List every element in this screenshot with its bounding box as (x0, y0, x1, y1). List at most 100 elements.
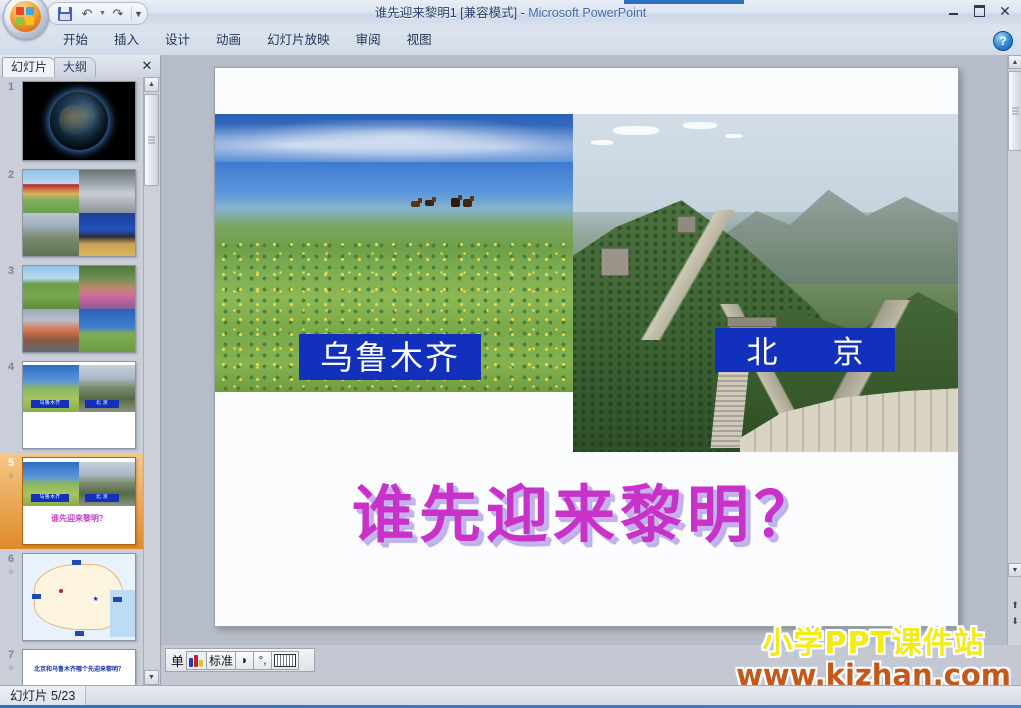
text-slide-image: 北京和乌鲁木齐哪个先迎来黎明？ (23, 650, 135, 685)
title-bar: ↶ ▼ ↷ ▼ 谁先迎来黎明1 [兼容模式] - Microsoft Power… (0, 0, 1021, 40)
scroll-down-icon[interactable]: ▼ (144, 670, 159, 685)
status-bar: 幻灯片 5/23 (0, 685, 1021, 708)
scroll-up-icon[interactable]: ▲ (1008, 55, 1021, 69)
cloud-layer (215, 120, 573, 162)
mini-tag-urumqi: 乌鲁木齐 (31, 400, 69, 408)
customize-qat-caret-icon[interactable]: ▼ (134, 9, 143, 19)
animation-star-icon: ✧ (7, 471, 15, 481)
ime-icon[interactable] (186, 650, 208, 670)
thumbnail-slide-5[interactable]: 5 ✧ 乌鲁木齐 北 京 谁先迎来黎明？ (0, 453, 143, 549)
earth-globe-icon (50, 92, 108, 150)
window-title: 谁先迎来黎明1 [兼容模式] - Microsoft PowerPoint (0, 0, 1021, 27)
thumbnail-slide-1[interactable]: 1 (0, 77, 143, 165)
next-slide-button[interactable]: ⬇ (1008, 613, 1021, 629)
ime-mode-label[interactable]: 单 (169, 651, 186, 670)
ribbon-tabs: 开始 插入 设计 动画 幻灯片放映 审阅 视图 (50, 27, 445, 54)
mini-tag-beijing: 北 京 (85, 400, 119, 408)
slides-pane: 幻灯片 大纲 ✕ 1 2 3 4 乌鲁木齐 北 京 5 ✧ 乌鲁木齐 北 京 谁… (0, 55, 161, 685)
horses-icon (411, 195, 477, 210)
scrollbar-thumb[interactable] (144, 94, 159, 186)
tab-design[interactable]: 设计 (152, 27, 203, 54)
thumbnail-number: 6 ✧ (0, 549, 22, 578)
wordart-title[interactable]: 谁先迎来黎明？ (215, 464, 958, 554)
slide-nav-buttons[interactable]: ⬆ ⬇ (1008, 597, 1021, 631)
thumbnail-number-label: 7 (7, 649, 15, 661)
slide-thumbnail-list[interactable]: 1 2 3 4 乌鲁木齐 北 京 5 ✧ 乌鲁木齐 北 京 谁先迎来黎明？ 6 … (0, 77, 143, 685)
thumbnail-preview: 乌鲁木齐 北 京 谁先迎来黎明？ (22, 457, 136, 545)
tab-home[interactable]: 开始 (50, 27, 101, 54)
mini-slide-title: 北京和乌鲁木齐哪个先迎来黎明？ (33, 667, 124, 673)
xinjiang-photo-grid (23, 266, 135, 352)
scroll-down-icon[interactable]: ▼ (1008, 563, 1021, 577)
thumbnail-slide-2[interactable]: 2 (0, 165, 143, 261)
thumbnail-preview: ★ (22, 553, 136, 641)
tab-animations[interactable]: 动画 (203, 27, 254, 54)
slides-pane-tabs: 幻灯片 大纲 ✕ (0, 55, 160, 78)
slide-scrollbar[interactable]: ▲ ▼ ⬆ ⬇ (1007, 55, 1021, 645)
ime-style-button[interactable]: 标准 (206, 650, 237, 670)
beijing-greatwall-photo[interactable] (573, 114, 958, 452)
thumbnail-number: 4 (7, 361, 15, 373)
thumbnail-slide-7[interactable]: 7 ✧ 北京和乌鲁木齐哪个先迎来黎明？ (0, 645, 143, 685)
undo-button[interactable]: ↶ (76, 4, 98, 23)
restore-button[interactable] (968, 2, 990, 20)
window-title-app: Microsoft PowerPoint (528, 6, 647, 20)
powerpoint-window: ↶ ▼ ↷ ▼ 谁先迎来黎明1 [兼容模式] - Microsoft Power… (0, 0, 1021, 708)
scrollbar-grip-icon (1012, 107, 1019, 115)
sky-layer (573, 114, 958, 212)
save-button[interactable] (54, 4, 76, 23)
title-accent-bar (624, 0, 744, 4)
slide-editing-area[interactable]: 乌鲁木齐 北 京 谁先迎来黎明？ (161, 55, 1021, 645)
tab-insert[interactable]: 插入 (101, 27, 152, 54)
minimize-button[interactable] (942, 2, 964, 20)
thumbnail-slide-3[interactable]: 3 (0, 261, 143, 357)
mini-wordart-title: 谁先迎来黎明？ (51, 514, 107, 523)
current-slide[interactable]: 乌鲁木齐 北 京 谁先迎来黎明？ (214, 67, 959, 627)
thumbnail-number: 3 (7, 265, 15, 277)
map-marker-beijing: ★ (92, 596, 99, 604)
ime-toolbar[interactable]: 单 标准 ◗ °, (165, 648, 315, 672)
earth-image (23, 82, 135, 160)
tab-outline[interactable]: 大纲 (54, 57, 97, 78)
redo-button[interactable]: ↷ (107, 4, 129, 23)
label-beijing[interactable]: 北 京 (715, 328, 895, 372)
help-icon[interactable]: ? (993, 31, 1013, 51)
soft-keyboard-icon[interactable] (271, 650, 300, 670)
half-full-width-icon[interactable]: ◗ (235, 650, 255, 670)
thumbnail-number: 1 (7, 81, 15, 93)
thumbnail-number-label: 6 (7, 553, 15, 565)
thumbnail-number: 7 ✧ (0, 645, 22, 674)
thumbnail-number: 5 ✧ (0, 453, 22, 482)
beijing-photo-grid (23, 170, 135, 256)
undo-dropdown-caret-icon[interactable]: ▼ (98, 10, 107, 17)
scroll-up-icon[interactable]: ▲ (144, 77, 159, 92)
punctuation-mode-icon[interactable]: °, (253, 650, 273, 670)
thumbnail-preview (22, 265, 136, 353)
close-pane-icon[interactable]: ✕ (139, 58, 155, 74)
animation-star-icon: ✧ (7, 663, 15, 673)
office-logo-icon (10, 1, 41, 32)
mini-tag-beijing: 北 京 (85, 494, 119, 502)
two-cities-image: 乌鲁木齐 北 京 (23, 362, 135, 448)
tab-slideshow[interactable]: 幻灯片放映 (254, 27, 343, 54)
two-cities-title-image: 乌鲁木齐 北 京 谁先迎来黎明？ (23, 458, 135, 544)
tab-slides-thumbnails[interactable]: 幻灯片 (2, 57, 57, 78)
thumbnail-number: 2 (7, 169, 15, 181)
thumbnail-scrollbar[interactable]: ▲ ▼ (143, 77, 159, 685)
thumbnail-slide-4[interactable]: 4 乌鲁木齐 北 京 (0, 357, 143, 453)
toolbar-divider (131, 6, 132, 21)
ribbon-tab-bar: 开始 插入 设计 动画 幻灯片放映 审阅 视图 ? (0, 27, 1021, 56)
thumbnail-preview: 北京和乌鲁木齐哪个先迎来黎明？ (22, 649, 136, 685)
label-urumqi[interactable]: 乌鲁木齐 (299, 334, 481, 380)
tab-view[interactable]: 视图 (394, 27, 445, 54)
thumbnail-slide-6[interactable]: 6 ✧ ★ (0, 549, 143, 645)
scrollbar-thumb[interactable] (1008, 71, 1021, 151)
tab-review[interactable]: 审阅 (343, 27, 394, 54)
floppy-disk-icon (58, 6, 72, 21)
close-button[interactable]: ✕ (994, 2, 1016, 20)
thumbnail-number-label: 5 (7, 457, 15, 469)
window-title-doc: 谁先迎来黎明1 [兼容模式] (374, 6, 518, 20)
thumbnail-preview (22, 81, 136, 161)
mini-tag-urumqi: 乌鲁木齐 (31, 494, 69, 502)
previous-slide-button[interactable]: ⬆ (1008, 597, 1021, 613)
